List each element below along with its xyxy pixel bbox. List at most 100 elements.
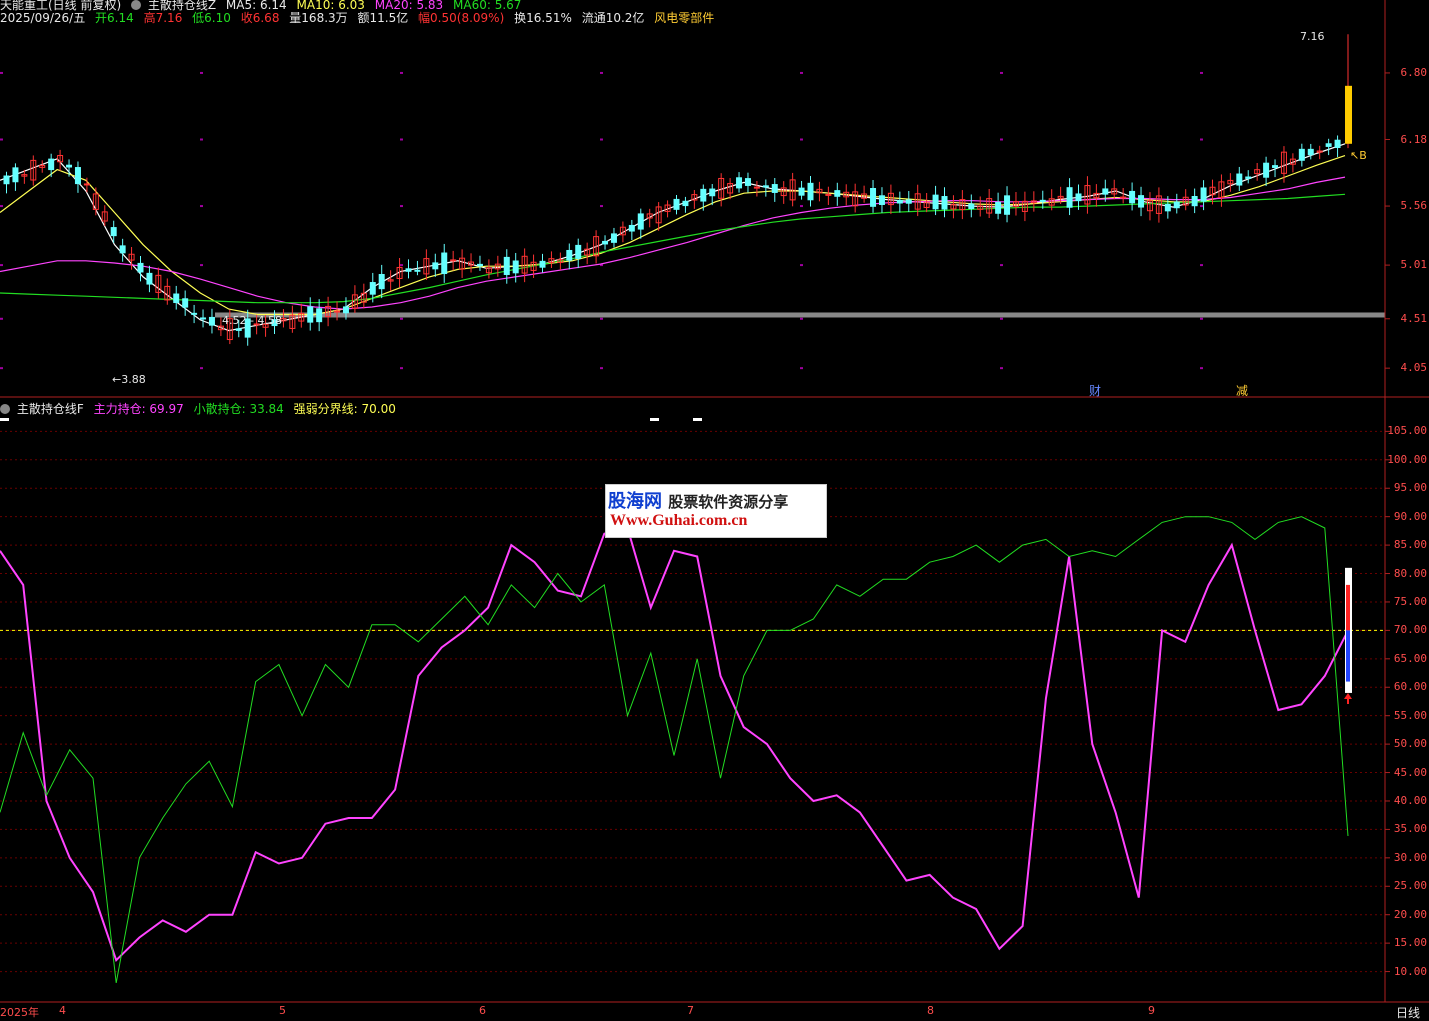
candle-body	[110, 227, 117, 237]
sub-tick-label: 35.00	[1393, 822, 1427, 836]
grid-dot	[1200, 71, 1203, 74]
candle-body	[1236, 173, 1243, 186]
candle-body	[83, 183, 90, 186]
candle-body	[503, 256, 510, 275]
price-tick-label: 6.80	[1400, 65, 1428, 79]
candle-body	[334, 310, 341, 313]
sub-tick-label: 85.00	[1393, 538, 1427, 552]
candle-body	[1066, 187, 1073, 208]
sub-tick-label: 15.00	[1393, 936, 1427, 950]
candle-body	[1334, 139, 1341, 148]
grid-dot	[1000, 367, 1003, 370]
candle-body	[342, 306, 349, 314]
ma-line-ma5	[0, 143, 1346, 332]
grid-dot	[800, 317, 803, 320]
grid-dot	[600, 138, 603, 141]
grid-dot	[400, 71, 403, 74]
grid-dot	[600, 367, 603, 370]
sub-tick-label: 25.00	[1393, 879, 1427, 893]
period-button[interactable]: 日线	[1396, 1004, 1420, 1021]
sub-tick-label: 105.00	[1387, 424, 1427, 438]
grid-dot	[0, 138, 3, 141]
event-cai[interactable]: 财	[1089, 382, 1101, 399]
candle-body	[932, 194, 939, 210]
last-candle-body	[1345, 85, 1352, 144]
candle-body	[1191, 196, 1198, 207]
candle-body	[208, 316, 215, 326]
grid-dot	[400, 367, 403, 370]
candle-body	[1004, 195, 1011, 215]
up-arrow-icon	[1344, 692, 1352, 704]
signal-b: ↖B	[1350, 149, 1367, 162]
candle-body	[539, 260, 546, 268]
candle-body	[602, 240, 609, 245]
sub-tick-label: 100.00	[1387, 452, 1427, 466]
watermark-site-name: 股海网	[608, 491, 662, 512]
sub-tick-label: 95.00	[1393, 481, 1427, 495]
ma-line-ma10	[0, 155, 1346, 316]
grid-dot	[1000, 138, 1003, 141]
threshold-value: 强弱分界线: 70.00	[293, 402, 396, 416]
grid-dot	[1200, 317, 1203, 320]
grid-dot	[200, 71, 203, 74]
watermark-title: 股海网 股票软件资源分享	[608, 487, 788, 513]
grid-dot	[600, 71, 603, 74]
sub-tick-label: 40.00	[1393, 793, 1427, 807]
sub-tick-label: 80.00	[1393, 566, 1427, 580]
candle-body	[575, 244, 582, 259]
candle-body	[414, 269, 421, 272]
candle-body	[834, 190, 841, 197]
date-label-apr: 4	[59, 1004, 66, 1017]
price-panel	[0, 34, 1352, 346]
grid-dot	[400, 264, 403, 267]
candle-body	[1138, 195, 1145, 208]
grid-dot	[1000, 264, 1003, 267]
candle-body	[12, 167, 19, 183]
candle-body	[1129, 190, 1136, 204]
grid-dot	[1200, 205, 1203, 208]
candle-body	[1298, 148, 1305, 161]
candle-body	[512, 260, 519, 274]
candle-body	[137, 262, 144, 273]
candle-body	[968, 203, 975, 210]
main-force-value: 主力持仓: 69.97	[93, 402, 184, 416]
sub-tick-label: 30.00	[1393, 850, 1427, 864]
sub-header: 主散持仓线F 主力持仓: 69.97 小散持仓: 33.84 强弱分界线: 70…	[0, 400, 396, 417]
candle-body	[807, 182, 814, 201]
date-label-sep: 9	[1148, 1004, 1155, 1017]
date-label-may: 5	[279, 1004, 286, 1017]
sub-tick-label: 55.00	[1393, 708, 1427, 722]
candle-body	[1164, 203, 1171, 212]
marker-dot	[693, 418, 702, 421]
grid-dot	[1000, 317, 1003, 320]
candle-body	[1039, 199, 1046, 202]
sub-toggle-icon[interactable]	[0, 402, 13, 416]
sub-line-1	[0, 516, 1349, 983]
grid-dot	[800, 138, 803, 141]
candle-body	[3, 175, 10, 185]
candle-body	[476, 263, 483, 267]
high-note: 7.16	[1300, 30, 1325, 43]
watermark-url: Www.Guhai.com.cn	[610, 512, 748, 529]
candle-body	[753, 186, 760, 189]
candle-body	[682, 200, 689, 207]
candle-body	[182, 298, 189, 308]
event-jian[interactable]: 减	[1236, 382, 1248, 399]
candle-body	[119, 245, 126, 254]
grid-dot	[0, 205, 3, 208]
date-label-aug: 8	[927, 1004, 934, 1017]
candle-body	[1263, 162, 1270, 178]
candle-body	[798, 187, 805, 196]
candle-body	[173, 293, 180, 304]
candle-body	[673, 198, 680, 210]
grid-dot	[800, 205, 803, 208]
grid-dot	[1200, 367, 1203, 370]
candle-body	[1173, 201, 1180, 209]
candle-body	[628, 224, 635, 232]
candle-body	[995, 201, 1002, 214]
range-note: 4.52 - 4.58	[222, 314, 282, 327]
watermark-slogan: 股票软件资源分享	[668, 493, 789, 511]
grid-dot	[0, 264, 3, 267]
price-tick-label: 6.18	[1400, 132, 1428, 146]
candle-body	[700, 188, 707, 202]
